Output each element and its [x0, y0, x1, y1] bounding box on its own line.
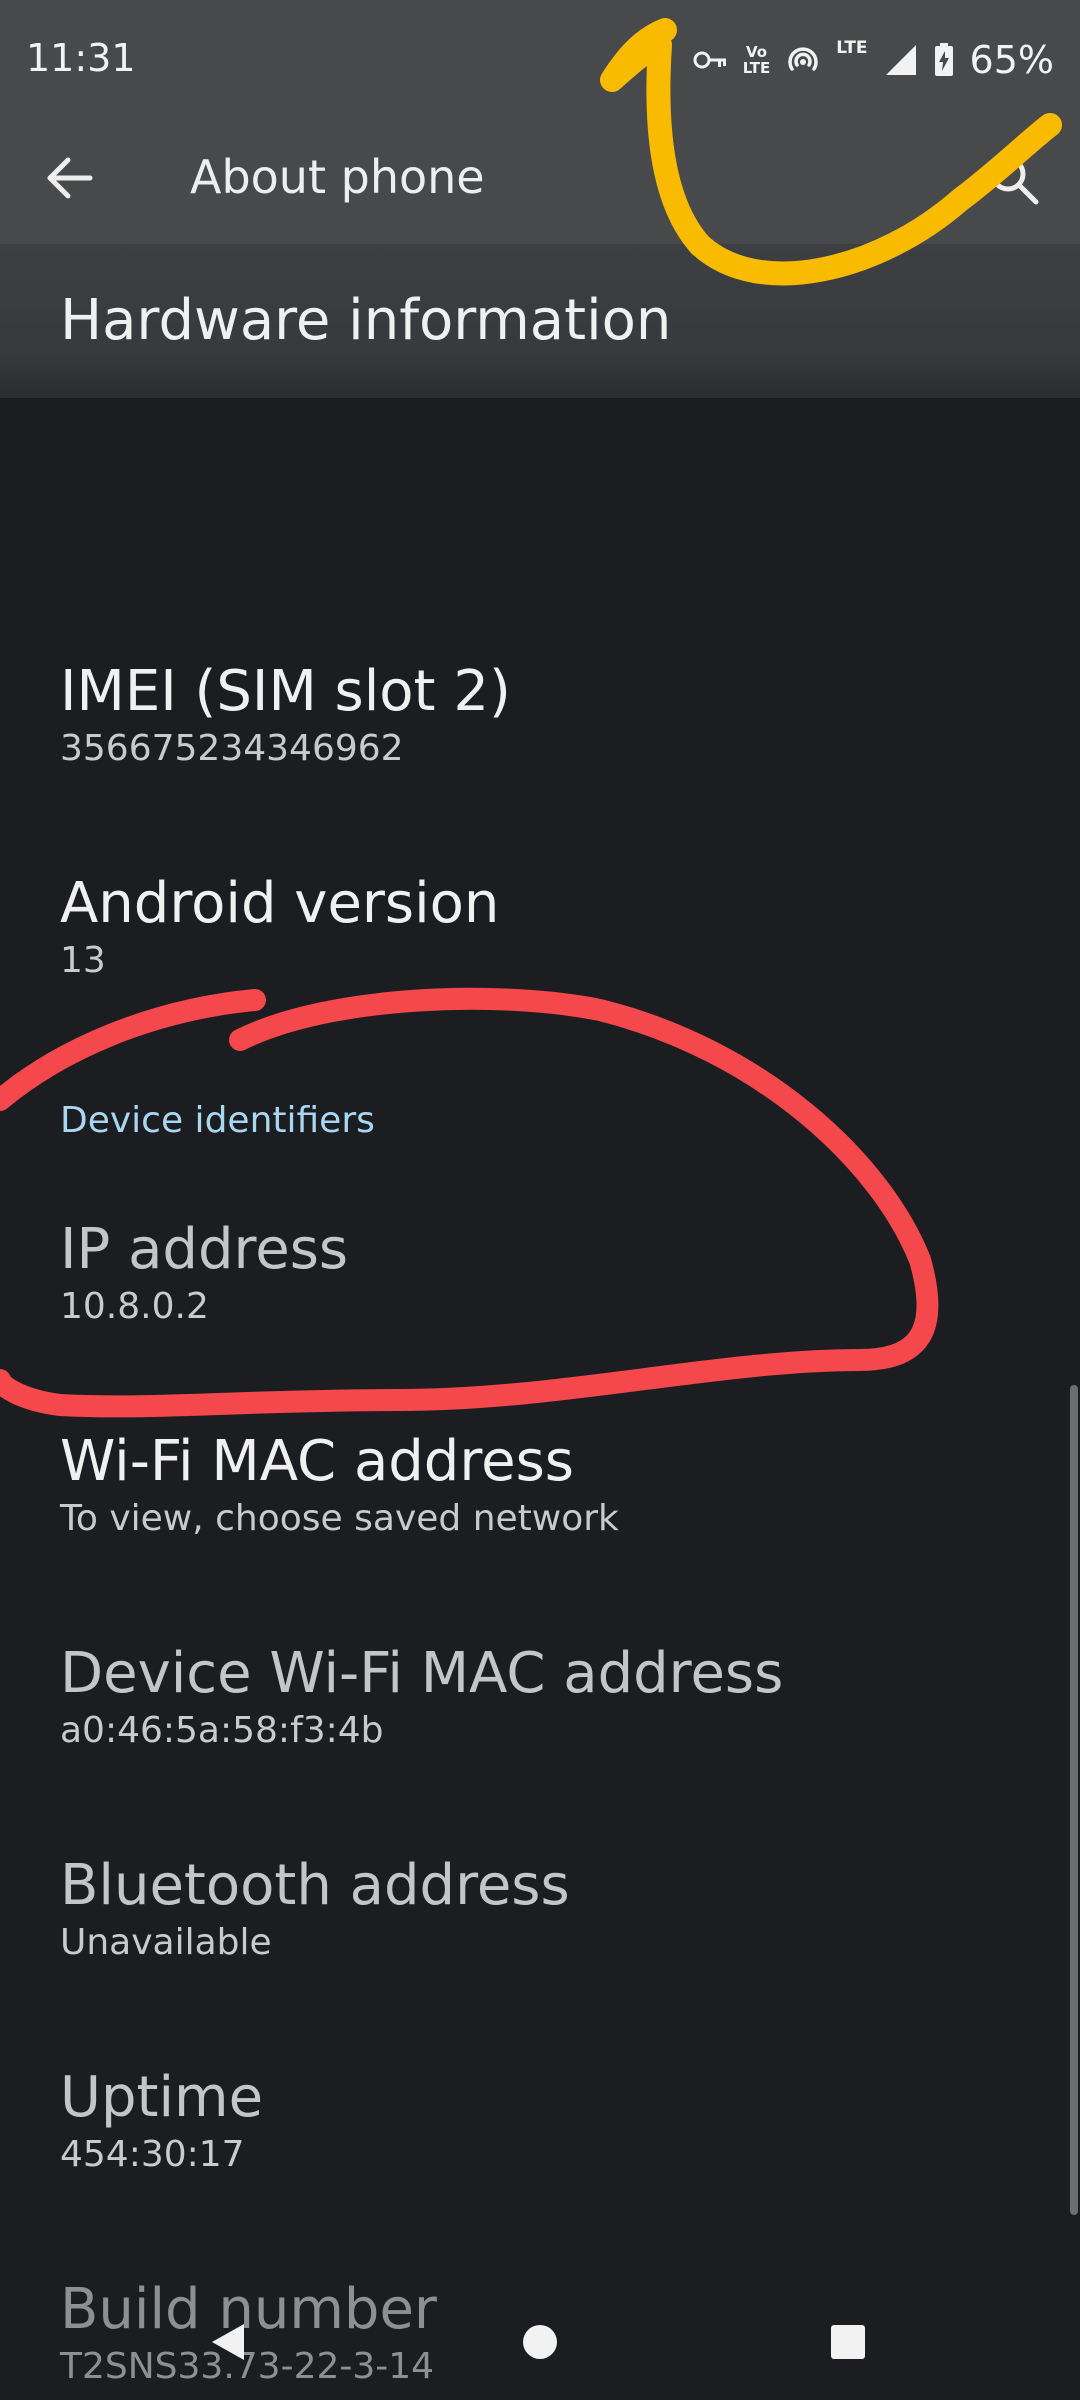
app-bar: About phone	[0, 120, 1080, 244]
item-title: IMEI (SIM slot 2)	[60, 659, 511, 724]
status-icons: Vo LTE LTE 65%	[693, 32, 1054, 88]
volte-bottom-label: LTE	[742, 59, 771, 77]
item-value: Unavailable	[60, 1922, 272, 1963]
battery-percentage: 65%	[969, 38, 1054, 82]
vpn-key-icon	[693, 51, 726, 69]
lte-icon: LTE	[836, 38, 868, 58]
list-item-imei[interactable]: IMEI (SIM slot 2) 356675234346962	[60, 658, 1040, 772]
list-item-ip-address[interactable]: IP address 10.8.0.2	[60, 1216, 1040, 1330]
list-item-bluetooth-address[interactable]: Bluetooth address Unavailable	[60, 1852, 1040, 1966]
section-title: Hardware information	[60, 288, 672, 353]
status-time: 11:31	[26, 36, 136, 80]
item-value: 10.8.0.2	[60, 1286, 209, 1327]
item-value: To view, choose saved network	[60, 1498, 619, 1539]
home-circle-icon	[523, 2325, 557, 2359]
navigation-bar	[0, 2280, 1080, 2400]
list-item-uptime[interactable]: Uptime 454:30:17	[60, 2064, 1040, 2178]
list-item-android-version[interactable]: Android version 13	[60, 870, 1040, 984]
red-annotation-stroke	[0, 987, 939, 1418]
item-title: Bluetooth address	[60, 1853, 570, 1918]
list-item-wifi-mac-address[interactable]: Wi-Fi MAC address To view, choose saved …	[60, 1428, 1040, 1542]
item-title: Uptime	[60, 2065, 264, 2130]
nav-recents-button[interactable]	[808, 2302, 888, 2382]
signal-icon	[885, 45, 916, 75]
item-value: 454:30:17	[60, 2134, 245, 2175]
list-item-device-wifi-mac[interactable]: Device Wi-Fi MAC address a0:46:5a:58:f3:…	[60, 1640, 1040, 1754]
status-bar: 11:31 Vo LTE LTE 65%	[0, 0, 1080, 120]
nav-back-button[interactable]	[188, 2302, 268, 2382]
category-device-identifiers: Device identifiers	[60, 1100, 375, 1141]
battery-charging-icon	[934, 43, 953, 76]
nav-home-button[interactable]	[500, 2302, 580, 2382]
item-title: Android version	[60, 871, 500, 936]
item-title: Device Wi-Fi MAC address	[60, 1641, 784, 1706]
hotspot-icon	[788, 47, 818, 71]
page-title: About phone	[190, 150, 485, 204]
item-value: 356675234346962	[60, 728, 404, 769]
section-header: Hardware information	[0, 244, 1080, 398]
volte-icon: Vo LTE	[743, 44, 771, 76]
scrollbar[interactable]	[1070, 1385, 1078, 2215]
volte-top-label: Vo	[745, 43, 768, 61]
search-icon[interactable]	[984, 150, 1044, 210]
item-title: Wi-Fi MAC address	[60, 1429, 574, 1494]
arrow-back-icon[interactable]	[40, 148, 100, 208]
back-triangle-icon	[212, 2324, 244, 2360]
item-value: a0:46:5a:58:f3:4b	[60, 1710, 384, 1751]
recents-square-icon	[831, 2325, 865, 2359]
item-title: IP address	[60, 1217, 349, 1282]
item-value: 13	[60, 940, 106, 981]
